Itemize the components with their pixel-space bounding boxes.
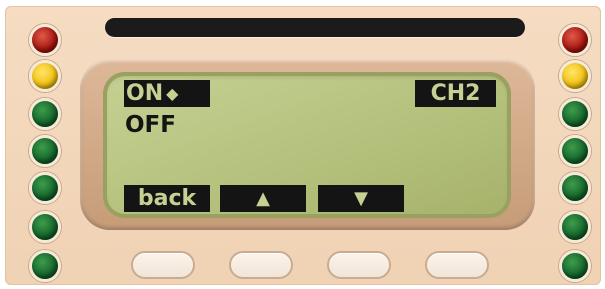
right-led-green-6: [559, 211, 591, 243]
menu-option-off: OFF: [125, 112, 176, 138]
right-led-green-5: [559, 172, 591, 204]
left-led-red-1: [29, 24, 61, 56]
left-led-green-7: [29, 250, 61, 282]
softkey-up-button[interactable]: [229, 251, 293, 279]
left-led-green-6: [29, 211, 61, 243]
card-slot: [105, 18, 525, 37]
channel-label: CH2: [415, 80, 496, 107]
selection-diamond-icon: ◆: [166, 83, 179, 103]
left-led-yellow-2: [29, 60, 61, 92]
right-led-green-4: [559, 135, 591, 167]
right-led-green-7: [559, 250, 591, 282]
left-led-green-5: [29, 172, 61, 204]
left-led-column: [27, 0, 63, 289]
option-label: ON: [126, 80, 164, 106]
softkey-down-button[interactable]: [327, 251, 391, 279]
menu-option-on: ON ◆: [124, 80, 210, 107]
right-led-red-1: [559, 24, 591, 56]
back-softkey-label: back: [124, 185, 210, 212]
left-led-green-3: [29, 98, 61, 130]
right-led-yellow-2: [559, 60, 591, 92]
down-arrow-icon: ▼: [318, 185, 404, 212]
right-led-column: [557, 0, 593, 289]
up-arrow-icon: ▲: [220, 185, 306, 212]
left-led-green-4: [29, 135, 61, 167]
softkey-back-button[interactable]: [131, 251, 195, 279]
softkey-4-button[interactable]: [425, 251, 489, 279]
right-led-green-3: [559, 98, 591, 130]
